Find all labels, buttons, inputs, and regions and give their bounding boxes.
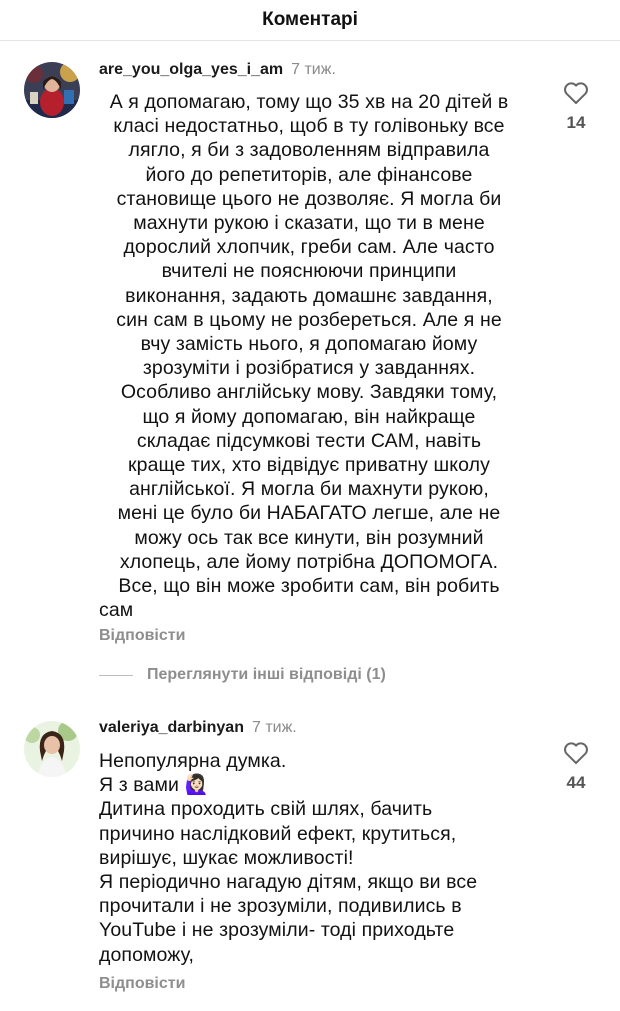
comment-line: махнути рукою і сказати, що ти в мене	[133, 212, 485, 235]
comment-line: що я йому допомагаю, він найкраще	[142, 405, 476, 428]
page-title: Коментарі	[262, 9, 358, 30]
comment-line: його до репетиторів, але фінансове	[145, 163, 473, 186]
view-more-replies-button[interactable]: Переглянути інші відповіді (1)	[99, 666, 386, 684]
comment-item: valeriya_darbinyan 7 тиж. Непопулярна дум…	[0, 713, 620, 1003]
username-link[interactable]: are_you_olga_yes_i_am	[99, 61, 283, 78]
like-button[interactable]: 14	[562, 81, 590, 133]
avatar[interactable]	[24, 721, 80, 777]
comment-line: вирішує, шукає можливості!	[99, 846, 354, 869]
comment-line: виконання, задають домашнє завдання,	[125, 284, 493, 307]
comment-meta: valeriya_darbinyan 7 тиж.	[99, 719, 297, 737]
comment-line: мені це було би НАБАГАТО легше, але не	[117, 502, 501, 525]
like-count: 44	[566, 773, 586, 792]
comment-line: причино наслідковий ефект, крутиться,	[99, 822, 457, 845]
comment-line: YouTube і не зрозуміли- тоді приходьте	[99, 919, 455, 942]
comment-line: Я періодично нагадую дітям, якщо ви все	[99, 871, 478, 894]
comment-line: краще тих, хто відвідує приватну школу	[128, 454, 490, 477]
comment-line: складає підсумкові тести САМ, навіть	[136, 429, 482, 452]
username-link[interactable]: valeriya_darbinyan	[99, 719, 244, 736]
comment-line: вчу замість нього, я допомагаю йому	[140, 333, 478, 356]
comment-line: дорослий хлопчик, греби сам. Але часто	[123, 236, 495, 259]
heart-icon[interactable]	[563, 81, 589, 105]
heart-icon[interactable]	[563, 741, 589, 765]
comment-line: А я допомагаю, тому що 35 хв на 20 дітей…	[109, 91, 509, 113]
comment-line: становище цього не дозволяє. Я могла би	[116, 187, 502, 210]
comment-line: допоможу,	[99, 943, 195, 966]
comment-text: Непопулярна думка. Я з вами 🙋🏻‍♀️ Дитина…	[99, 749, 539, 967]
avatar[interactable]	[24, 62, 80, 118]
comment-line: син сам в цьому не розбереться. Але я не	[116, 308, 502, 331]
comment-line: вчителі не пояснюючи принципи	[161, 260, 457, 283]
comment-line: можу ось так все кинути, він розумний	[134, 526, 484, 549]
timestamp: 7 тиж.	[251, 719, 297, 736]
comment-line: хлопець, але йому потрібна ДОПОМОГА.	[119, 550, 499, 573]
comment-meta: are_you_olga_yes_i_am 7 тиж.	[99, 61, 336, 79]
view-replies-label: Переглянути інші відповіді (1)	[147, 666, 386, 683]
comment-line: прочитали і не зрозуміли, подивились в	[99, 895, 462, 918]
comment-line: Непопулярна думка.	[99, 750, 287, 772]
comment-line: лягло, я би з задоволенням відправила	[128, 139, 490, 162]
comments-header: Коментарі	[0, 0, 620, 41]
like-button[interactable]: 44	[562, 741, 590, 793]
comment-line: англійської. Я могла би махнути рукою,	[129, 478, 489, 501]
comment-line: Я з вами 🙋🏻‍♀️	[99, 774, 209, 797]
comment-line: Дитина проходить свій шлях, бачить	[99, 798, 433, 821]
comment-item: are_you_olga_yes_i_am 7 тиж. А я допомага…	[0, 55, 620, 655]
comment-line: сам	[99, 599, 134, 622]
timestamp: 7 тиж.	[291, 61, 336, 78]
comment-line: Особливо англійську мову. Завдяки тому,	[120, 381, 498, 404]
comment-text: А я допомагаю, тому що 35 хв на 20 дітей…	[99, 90, 519, 622]
comment-line: зрозуміти і розібратися у завданнях.	[142, 357, 476, 380]
like-count: 14	[566, 113, 586, 132]
divider	[99, 674, 133, 676]
reply-button[interactable]: Відповісти	[99, 627, 185, 645]
comment-line: Все, що він може зробити сам, він робить	[118, 575, 500, 598]
comment-line: класі недостатньо, щоб в ту голівоньку в…	[113, 115, 505, 138]
reply-button[interactable]: Відповісти	[99, 975, 185, 993]
